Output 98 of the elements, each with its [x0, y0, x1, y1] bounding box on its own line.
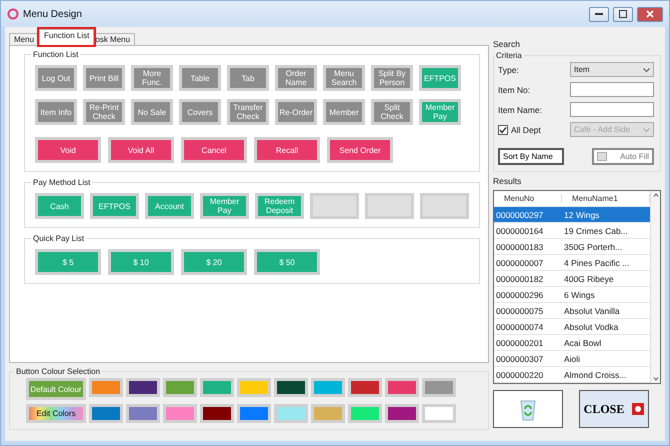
function-button[interactable]: Transfer Check — [227, 99, 269, 125]
result-row[interactable]: 0000000201 Acai Bowl — [494, 335, 650, 351]
function-button[interactable]: Member Pay — [419, 99, 461, 125]
function-button[interactable]: No Sale — [131, 99, 173, 125]
field-label: Item No: — [498, 84, 532, 94]
all-dept-checkbox[interactable]: All Dept — [498, 124, 570, 134]
pay-method-button[interactable]: Redeem Deposit — [255, 193, 304, 219]
group-title: Function List — [32, 50, 80, 59]
colour-swatch[interactable] — [385, 378, 419, 397]
result-row[interactable]: 0000000182 400G Ribeye — [494, 271, 650, 287]
action-button[interactable]: Recall — [254, 137, 320, 163]
function-button[interactable]: Print Bill — [83, 65, 125, 91]
column-header: MenuNo — [494, 194, 562, 203]
result-row[interactable]: 0000000164 19 Crimes Cab... — [494, 223, 650, 239]
app-icon — [7, 8, 19, 20]
function-button[interactable]: Item Info — [35, 99, 77, 125]
colour-swatch[interactable] — [89, 378, 123, 397]
colour-swatch[interactable] — [126, 404, 160, 423]
default-colour-button[interactable]: Default Colour — [26, 378, 86, 400]
department-dropdown[interactable]: Café - Add Side — [570, 122, 654, 137]
colour-swatch[interactable] — [163, 404, 197, 423]
scrollbar[interactable] — [650, 191, 660, 383]
quick-pay-button[interactable]: $ 10 — [108, 249, 174, 275]
window-title: Menu Design — [23, 8, 83, 20]
recycle-bin-button[interactable] — [493, 390, 563, 428]
minimize-icon — [595, 13, 603, 15]
function-button[interactable]: EFTPOS — [419, 65, 461, 91]
quick-pay-button[interactable]: $ 50 — [254, 249, 320, 275]
tab[interactable]: Function List — [39, 29, 94, 45]
colour-swatch[interactable] — [274, 378, 308, 397]
function-button[interactable]: Member — [323, 99, 365, 125]
colour-swatch[interactable] — [200, 404, 234, 423]
colour-swatch[interactable] — [89, 404, 123, 423]
result-row[interactable]: 0000000220 Almond Croiss... — [494, 367, 650, 383]
minimize-button[interactable] — [589, 6, 609, 22]
function-button[interactable]: Split By Person — [371, 65, 413, 91]
group-title: Quick Pay List — [32, 234, 86, 243]
function-button[interactable]: Order Name — [275, 65, 317, 91]
maximize-button[interactable] — [613, 6, 633, 22]
tab[interactable]: Menu — [9, 33, 40, 45]
section-title: Results — [493, 176, 522, 186]
colour-swatch[interactable] — [163, 378, 197, 397]
edit-colors-button[interactable]: Edit Colors — [26, 404, 86, 423]
colour-swatch[interactable] — [311, 404, 345, 423]
action-button[interactable]: Send Order — [327, 137, 393, 163]
result-row[interactable]: 0000000183 350G Porterh... — [494, 239, 650, 255]
function-button[interactable]: Tab — [227, 65, 269, 91]
result-row[interactable]: 0000000007 4 Pines Pacific ... — [494, 255, 650, 271]
colour-swatch[interactable] — [385, 404, 419, 423]
colour-swatch[interactable] — [237, 378, 271, 397]
pay-method-button[interactable]: EFTPOS — [90, 193, 139, 219]
pay-method-button[interactable]: Cash — [35, 193, 84, 219]
section-title: Search — [493, 39, 521, 49]
pay-method-button[interactable]: Account — [145, 193, 194, 219]
result-row[interactable]: 0000000307 Aioli — [494, 351, 650, 367]
colour-swatch[interactable] — [422, 404, 456, 423]
function-button[interactable]: Menu Search — [323, 65, 365, 91]
item-name-field[interactable] — [570, 102, 654, 117]
field-label: Type: — [498, 64, 520, 74]
group-title: Pay Method List — [32, 178, 92, 187]
function-button[interactable]: Re-Order — [275, 99, 317, 125]
result-row[interactable]: 0000000075 Absolut Vanilla — [494, 303, 650, 319]
colour-swatch[interactable] — [200, 378, 234, 397]
colour-swatch[interactable] — [348, 378, 382, 397]
result-row[interactable]: 0000000297 12 Wings — [494, 207, 650, 223]
quick-pay-button[interactable]: $ 5 — [35, 249, 101, 275]
close-dialog-button[interactable]: CLOSE — [579, 390, 649, 428]
type-dropdown[interactable]: Item — [570, 62, 654, 77]
function-button[interactable]: More Func. — [131, 65, 173, 91]
group-title: Button Colour Selection — [15, 367, 102, 376]
colour-swatch[interactable] — [311, 378, 345, 397]
item-no-field[interactable] — [570, 82, 654, 97]
action-button[interactable]: Void All — [108, 137, 174, 163]
function-button[interactable]: Table — [179, 65, 221, 91]
sort-by-name-button[interactable]: Sort By Name — [498, 148, 564, 165]
result-row[interactable]: 0000000074 Absolut Vodka — [494, 319, 650, 335]
action-button[interactable]: Void — [35, 137, 101, 163]
function-button[interactable]: Re-Print Check — [83, 99, 125, 125]
maximize-icon — [619, 10, 627, 18]
function-button[interactable]: Log Out — [35, 65, 77, 91]
scroll-down-icon — [652, 377, 658, 381]
auto-fill-button[interactable]: Auto Fill — [592, 148, 654, 165]
checkmark-icon — [499, 126, 507, 134]
scroll-up-icon — [652, 193, 658, 197]
result-row[interactable]: 0000000296 6 Wings — [494, 287, 650, 303]
close-button[interactable] — [637, 6, 663, 22]
function-button[interactable]: Split Check — [371, 99, 413, 125]
pay-method-button[interactable]: Member Pay — [200, 193, 249, 219]
colour-swatch[interactable] — [274, 404, 308, 423]
quick-pay-button[interactable]: $ 20 — [181, 249, 247, 275]
group-title: Criteria — [495, 51, 523, 60]
field-label: Item Name: — [498, 104, 543, 114]
colour-swatch[interactable] — [126, 378, 160, 397]
action-button[interactable]: Cancel — [181, 137, 247, 163]
colour-swatch[interactable] — [237, 404, 271, 423]
function-button[interactable]: Covers — [179, 99, 221, 125]
colour-swatch[interactable] — [422, 378, 456, 397]
colour-swatch[interactable] — [348, 404, 382, 423]
